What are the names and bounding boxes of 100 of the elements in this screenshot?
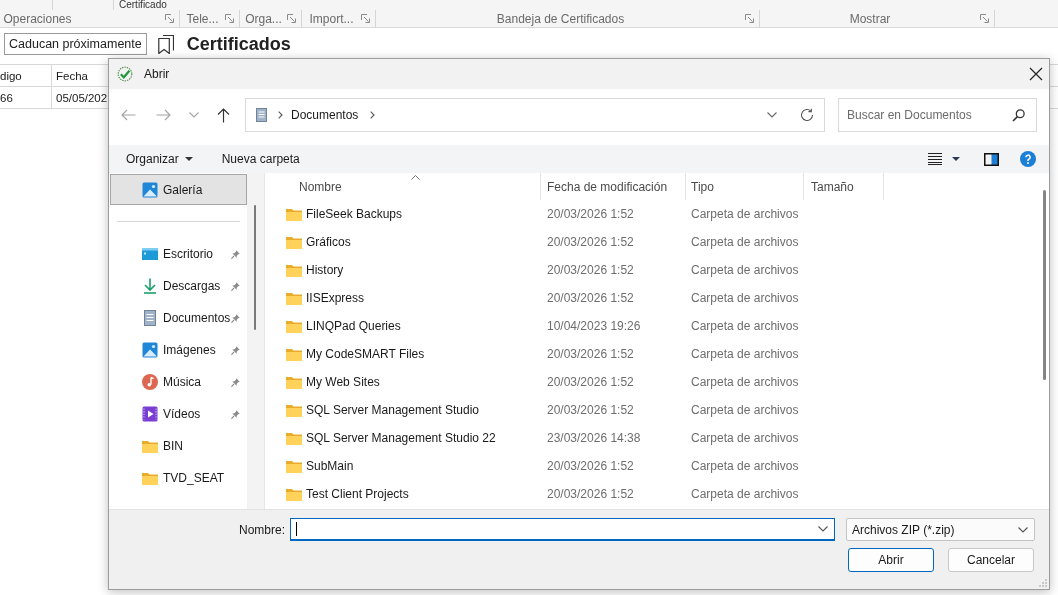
launcher-icon[interactable] xyxy=(225,14,234,23)
modified-date: 10/04/2023 19:26 xyxy=(547,319,641,333)
check-badge-icon xyxy=(117,66,133,82)
ribbon-item-label[interactable]: Certificado xyxy=(114,0,167,10)
ribbon-group-label: Operaciones xyxy=(3,11,72,26)
file-type: Carpeta de archivos xyxy=(691,431,799,445)
column-header[interactable]: Nombre xyxy=(265,173,541,200)
image-icon xyxy=(142,342,158,358)
file-name[interactable]: My CodeSMART Files xyxy=(306,347,425,361)
modified-date: 20/03/2026 1:52 xyxy=(547,487,634,501)
column-header[interactable]: Fecha de modificación xyxy=(541,173,686,200)
preview-pane-icon[interactable] xyxy=(984,152,999,166)
modified-date: 20/03/2026 1:52 xyxy=(547,207,634,221)
image-icon xyxy=(142,181,158,198)
nav-item[interactable]: Galería xyxy=(110,174,247,205)
search-icon[interactable] xyxy=(1012,108,1025,122)
pin-icon[interactable] xyxy=(231,377,240,387)
file-name[interactable]: IISExpress xyxy=(306,291,365,305)
launcher-icon[interactable] xyxy=(745,14,754,23)
launcher-icon[interactable] xyxy=(980,14,989,23)
folder-icon xyxy=(286,263,302,277)
desktop-icon xyxy=(142,248,158,260)
open-button[interactable]: Abrir xyxy=(848,548,934,572)
launcher-icon[interactable] xyxy=(165,14,174,23)
modified-date: 20/03/2026 1:52 xyxy=(547,403,634,417)
resize-grip-icon[interactable] xyxy=(1039,579,1047,587)
folder-icon xyxy=(286,291,302,305)
chevron-down-icon xyxy=(189,112,199,118)
caret-down-icon xyxy=(184,157,193,161)
pin-icon[interactable] xyxy=(231,249,240,259)
breadcrumb-item[interactable]: Documentos xyxy=(291,108,359,122)
folder-icon xyxy=(286,319,302,333)
file-type: Carpeta de archivos xyxy=(691,459,799,473)
scrollbar-thumb[interactable] xyxy=(1043,190,1046,380)
table-cell: 05/05/202 xyxy=(56,91,108,104)
file-name[interactable]: History xyxy=(306,263,344,277)
folder-icon xyxy=(286,347,302,361)
list-view-icon[interactable] xyxy=(928,153,942,165)
folder-icon xyxy=(286,375,302,389)
file-type: Carpeta de archivos xyxy=(691,207,799,221)
nav-item[interactable]: TVD_SEAT xyxy=(110,462,247,494)
chevron-right-icon[interactable] xyxy=(370,111,376,119)
filename-field[interactable] xyxy=(290,518,835,541)
nav-item[interactable]: Documentos xyxy=(110,302,247,334)
scrollbar-thumb[interactable] xyxy=(254,205,256,330)
nav-item[interactable]: Vídeos xyxy=(110,398,247,430)
organize-button[interactable]: Organizar xyxy=(126,148,193,170)
folder-icon xyxy=(286,459,302,473)
arrow-left-icon xyxy=(120,109,136,121)
file-name[interactable]: SubMain xyxy=(306,459,354,473)
nav-item[interactable]: Imágenes xyxy=(110,334,247,366)
cancel-button[interactable]: Cancelar xyxy=(948,548,1034,572)
bookmarks-icon xyxy=(157,34,174,54)
nav-item[interactable]: Música xyxy=(110,366,247,398)
arrow-right-icon xyxy=(155,109,171,121)
file-type-dropdown[interactable]: Archivos ZIP (*.zip) xyxy=(846,518,1035,541)
nav-item[interactable]: Escritorio xyxy=(110,238,247,270)
ribbon-group-label: Mostrar xyxy=(849,11,891,26)
column-header[interactable]: Fecha xyxy=(56,69,88,82)
file-name[interactable]: SQL Server Management Studio xyxy=(306,403,479,417)
file-name[interactable]: Gráficos xyxy=(306,235,351,249)
filter-field[interactable]: Caducan próximamente xyxy=(4,33,147,55)
column-header[interactable]: Tamaño xyxy=(804,173,884,200)
modified-date: 20/03/2026 1:52 xyxy=(547,347,634,361)
chevron-down-icon[interactable] xyxy=(767,112,777,118)
chevron-right-icon[interactable] xyxy=(278,111,283,119)
search-input[interactable]: Buscar en Documentos xyxy=(847,105,1012,125)
ribbon-group-label: Bandeja de Certificados xyxy=(496,11,625,26)
pin-icon[interactable] xyxy=(231,345,240,355)
launcher-icon[interactable] xyxy=(361,14,370,23)
modified-date: 20/03/2026 1:52 xyxy=(547,235,634,249)
file-type: Carpeta de archivos xyxy=(691,235,799,249)
ribbon-group-label: Import... xyxy=(309,11,354,26)
help-icon[interactable] xyxy=(1020,151,1036,167)
search-field[interactable]: Buscar en Documentos xyxy=(838,98,1037,132)
launcher-icon[interactable] xyxy=(287,14,296,23)
pin-icon[interactable] xyxy=(231,313,240,323)
file-name[interactable]: FileSeek Backups xyxy=(306,207,403,221)
nav-item[interactable]: BIN xyxy=(110,430,247,462)
pin-icon[interactable] xyxy=(231,281,240,291)
column-header[interactable]: digo xyxy=(0,69,22,82)
file-type: Carpeta de archivos xyxy=(691,291,799,305)
file-name[interactable]: SQL Server Management Studio 22 xyxy=(306,431,496,445)
file-name[interactable]: My Web Sites xyxy=(306,375,380,389)
address-bar[interactable]: Documentos xyxy=(245,98,825,132)
download-icon xyxy=(142,278,158,294)
new-folder-button[interactable]: Nueva carpeta xyxy=(221,148,300,170)
file-name[interactable]: Test Client Projects xyxy=(306,487,409,501)
column-header[interactable]: Tipo xyxy=(686,173,804,200)
refresh-icon[interactable] xyxy=(800,108,814,122)
caret-down-icon[interactable] xyxy=(952,157,960,161)
nav-item[interactable]: Descargas xyxy=(110,270,247,302)
file-name[interactable]: LINQPad Queries xyxy=(306,319,401,333)
pin-icon[interactable] xyxy=(231,409,240,419)
table-cell: 66 xyxy=(0,91,13,104)
file-type: Carpeta de archivos xyxy=(691,375,799,389)
folder-icon xyxy=(286,487,302,501)
music-note-icon xyxy=(142,374,158,390)
chevron-down-icon[interactable] xyxy=(818,526,828,532)
close-icon xyxy=(1029,67,1043,81)
